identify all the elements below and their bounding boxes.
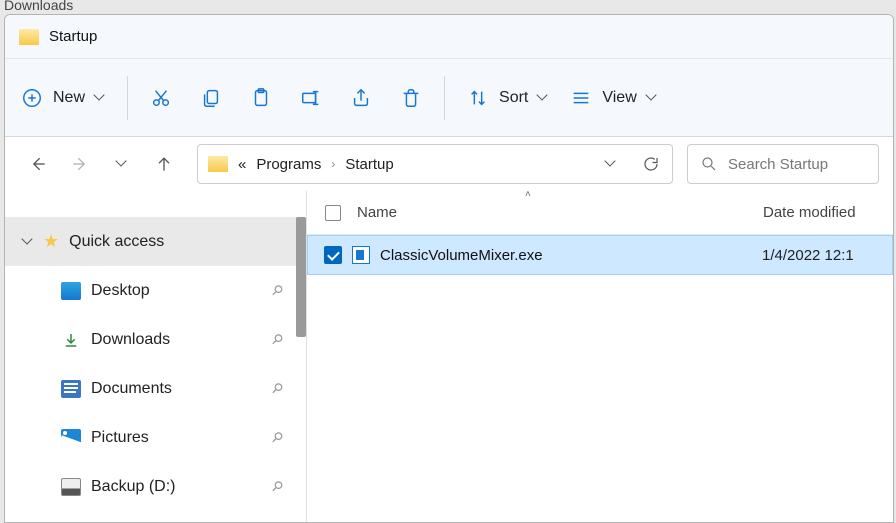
up-button[interactable]: [153, 153, 175, 175]
breadcrumb-prefix: «: [238, 156, 246, 173]
rename-icon[interactable]: [300, 87, 322, 109]
column-date[interactable]: Date modified: [763, 204, 893, 221]
downloads-icon: [61, 331, 81, 349]
folder-icon: [208, 156, 228, 172]
chevron-down-icon: [95, 93, 105, 103]
back-button[interactable]: [27, 153, 49, 175]
sidebar-item-label: Pictures: [91, 429, 149, 447]
window-title: Startup: [49, 28, 97, 45]
breadcrumb-item[interactable]: Startup: [345, 156, 393, 173]
breadcrumb-item[interactable]: Programs ›: [256, 156, 335, 173]
row-checkbox[interactable]: [324, 246, 342, 264]
search-placeholder: Search Startup: [728, 156, 828, 173]
pin-icon: ⚲: [267, 428, 286, 447]
desktop-icon: [61, 282, 81, 300]
separator: [444, 76, 445, 120]
sidebar-item-backup[interactable]: Backup (D:) ⚲: [5, 462, 306, 511]
pin-icon: ⚲: [267, 281, 286, 300]
file-row[interactable]: ClassicVolumeMixer.exe 1/4/2022 12:1: [307, 235, 893, 275]
file-date: 1/4/2022 12:1: [762, 247, 892, 264]
sidebar-item-label: Backup (D:): [91, 478, 175, 496]
plus-circle-icon: [21, 87, 43, 109]
file-name: ClassicVolumeMixer.exe: [380, 247, 762, 264]
address-bar[interactable]: « Programs › Startup: [197, 144, 673, 184]
titlebar: Startup: [5, 15, 893, 59]
sidebar-item-label: Quick access: [69, 233, 164, 251]
copy-icon[interactable]: [200, 87, 222, 109]
address-dropdown[interactable]: [600, 153, 622, 175]
separator: [127, 76, 128, 120]
explorer-window: Startup New Sort View: [4, 14, 894, 523]
chevron-right-icon: ›: [331, 157, 335, 171]
documents-icon: [61, 380, 81, 398]
chevron-down-icon: [23, 237, 33, 247]
recent-dropdown[interactable]: [111, 153, 133, 175]
select-all-checkbox[interactable]: [325, 205, 341, 221]
folder-icon: [19, 29, 39, 45]
breadcrumb-label: Startup: [345, 156, 393, 173]
sidebar-item-label: Downloads: [91, 331, 170, 349]
new-button[interactable]: New: [21, 87, 105, 109]
pin-icon: ⚲: [267, 477, 286, 496]
file-pane: ˄ Name Date modified ClassicVolumeMixer.…: [307, 191, 893, 522]
sidebar-item-label: Desktop: [91, 282, 150, 300]
sidebar-item-downloads[interactable]: Downloads ⚲: [5, 315, 306, 364]
pin-icon: ⚲: [267, 379, 286, 398]
breadcrumb-label: Programs: [256, 156, 321, 173]
view-label: View: [602, 89, 636, 107]
sidebar: ★ Quick access Desktop ⚲ Downloads ⚲ Doc…: [5, 191, 307, 522]
sort-indicator-icon: ˄: [525, 189, 531, 200]
chevron-down-icon: [538, 93, 548, 103]
share-icon[interactable]: [350, 87, 372, 109]
exe-icon: [352, 246, 370, 264]
star-icon: ★: [43, 231, 59, 252]
sidebar-item-pictures[interactable]: Pictures ⚲: [5, 413, 306, 462]
address-row: « Programs › Startup Search Startup: [5, 137, 893, 191]
new-label: New: [53, 89, 85, 107]
delete-icon[interactable]: [400, 87, 422, 109]
toolbar: New Sort View: [5, 59, 893, 137]
view-icon: [570, 87, 592, 109]
search-icon: [700, 155, 718, 173]
sort-icon: [467, 87, 489, 109]
view-button[interactable]: View: [570, 87, 656, 109]
column-name[interactable]: Name: [357, 204, 763, 221]
forward-button[interactable]: [69, 153, 91, 175]
search-input[interactable]: Search Startup: [687, 144, 879, 184]
background-window-title: Downloads: [4, 0, 73, 13]
refresh-button[interactable]: [640, 153, 662, 175]
chevron-down-icon: [606, 159, 616, 169]
sort-button[interactable]: Sort: [467, 87, 548, 109]
sidebar-scrollbar[interactable]: [296, 217, 306, 337]
drive-icon: [61, 478, 81, 496]
column-headers: ˄ Name Date modified: [307, 191, 893, 235]
chevron-down-icon: [647, 93, 657, 103]
sidebar-quick-access[interactable]: ★ Quick access: [5, 217, 306, 266]
chevron-down-icon: [117, 159, 127, 169]
sidebar-item-documents[interactable]: Documents ⚲: [5, 364, 306, 413]
content-area: ★ Quick access Desktop ⚲ Downloads ⚲ Doc…: [5, 191, 893, 522]
pictures-icon: [61, 429, 81, 447]
sidebar-item-desktop[interactable]: Desktop ⚲: [5, 266, 306, 315]
cut-icon[interactable]: [150, 87, 172, 109]
paste-icon[interactable]: [250, 87, 272, 109]
pin-icon: ⚲: [267, 330, 286, 349]
sort-label: Sort: [499, 89, 528, 107]
sidebar-item-label: Documents: [91, 380, 172, 398]
